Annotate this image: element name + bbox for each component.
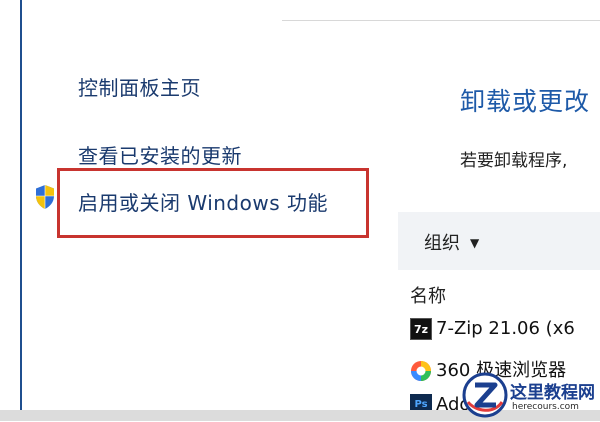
window-left-edge bbox=[20, 0, 22, 410]
360-browser-icon bbox=[411, 361, 431, 381]
organize-label: 组织 bbox=[424, 233, 460, 254]
header-divider bbox=[282, 20, 600, 21]
program-name: 7-Zip 21.06 (x6 bbox=[436, 318, 575, 339]
control-panel-home-link[interactable]: 控制面板主页 bbox=[78, 72, 201, 101]
page-description: 若要卸载程序, bbox=[460, 151, 568, 171]
view-installed-updates-link[interactable]: 查看已安装的更新 bbox=[78, 140, 242, 169]
page-title: 卸载或更改 bbox=[460, 87, 591, 116]
column-header-name[interactable]: 名称 bbox=[410, 282, 446, 308]
7zip-icon: 7z bbox=[410, 318, 432, 340]
uac-shield-icon bbox=[36, 185, 54, 209]
highlight-annotation-box bbox=[57, 168, 369, 238]
site-watermark: 这里教程网 herecours.com bbox=[462, 372, 600, 420]
watermark-url: herecours.com bbox=[512, 402, 579, 412]
caret-down-icon: ▼ bbox=[470, 236, 480, 250]
watermark-title: 这里教程网 bbox=[510, 383, 595, 403]
organize-menu-button[interactable]: 组织 ▼ bbox=[424, 229, 479, 255]
watermark-logo-icon bbox=[462, 372, 508, 418]
list-toolbar: 组织 ▼ bbox=[398, 212, 600, 270]
program-row-7zip[interactable]: 7z 7-Zip 21.06 (x6 bbox=[410, 318, 575, 346]
